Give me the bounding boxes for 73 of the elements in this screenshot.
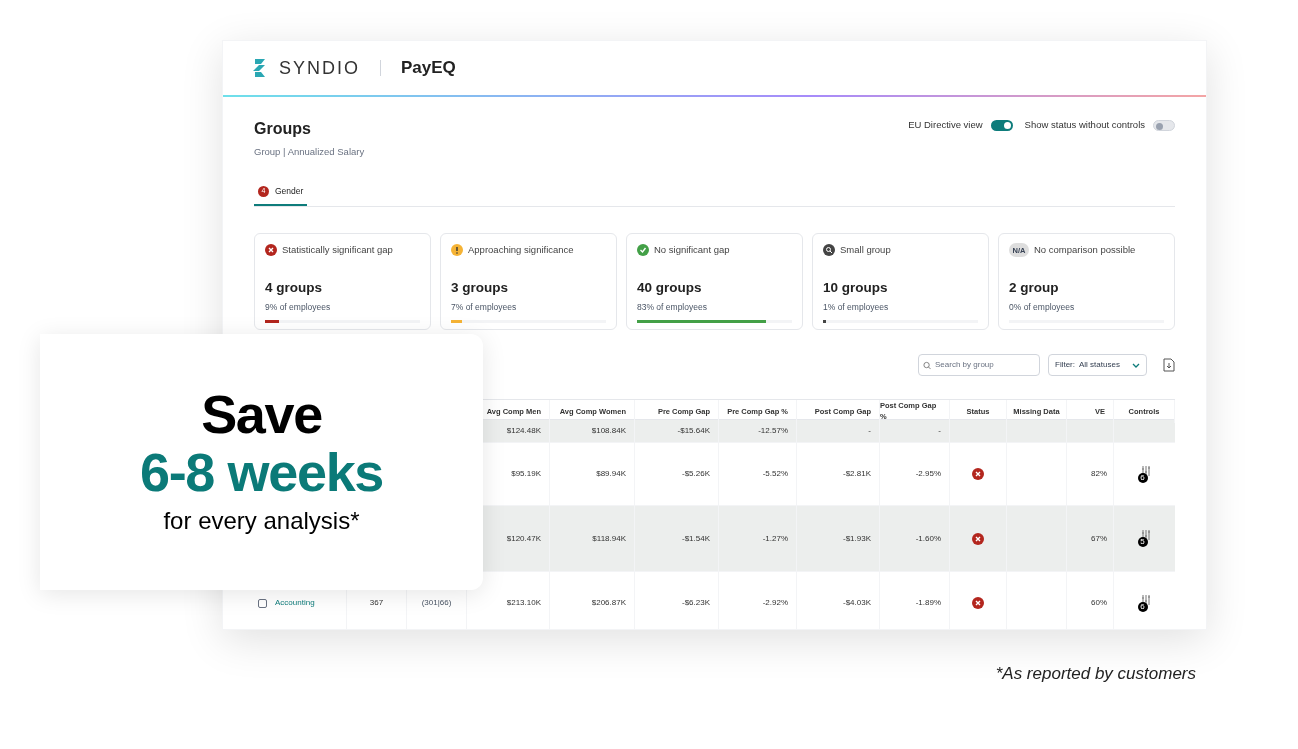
- summary-card[interactable]: Small group 10 groups 1% of employees: [812, 233, 989, 330]
- table-cell: -5.52%: [762, 468, 788, 480]
- table-cell: -2.92%: [762, 597, 788, 609]
- status-icon: [823, 244, 835, 257]
- table-cell: $206.87K: [591, 597, 626, 609]
- employee-share: 83% of employees: [637, 300, 708, 314]
- card-label: Approaching significance: [468, 243, 574, 257]
- footnote: *As reported by customers: [995, 663, 1196, 685]
- promo-highlight: 6-8 weeks: [139, 443, 383, 501]
- table-cell: -$5.26K: [681, 468, 710, 480]
- summary-card[interactable]: No significant gap 40 groups 83% of employees: [626, 233, 803, 330]
- table-cell: -2.95%: [915, 468, 941, 480]
- table-cell: 67%: [1091, 532, 1107, 545]
- status-icon: [637, 244, 649, 257]
- table-cell: -1.60%: [915, 532, 941, 545]
- search-icon: [923, 360, 932, 370]
- table-cell: -1.27%: [762, 532, 788, 545]
- table-cell: -: [868, 425, 871, 437]
- table-cell: 60%: [1091, 597, 1107, 609]
- table-cell: $108.84K: [591, 425, 626, 437]
- toggle-switch[interactable]: [1153, 119, 1175, 131]
- table-cell: $118.94K: [592, 532, 626, 545]
- table-cell: -$1.93K: [842, 532, 871, 545]
- chevron-icon: [1132, 362, 1140, 368]
- employee-share: 0% of employees: [1009, 300, 1076, 314]
- status-icon: [265, 244, 277, 257]
- page-title: Groups: [254, 119, 312, 139]
- download-icon[interactable]: [1163, 358, 1175, 372]
- toggle-label: EU Directive view: [908, 118, 983, 132]
- filter-dropdown[interactable]: Filter: All statuses: [1048, 354, 1147, 376]
- table-cell: -12.57%: [758, 425, 788, 437]
- table-cell: -$2.81K: [842, 468, 871, 480]
- table-cell: $95.19K: [511, 468, 541, 480]
- employee-share: 9% of employees: [265, 300, 332, 314]
- table-cell: -$1.54K: [681, 532, 710, 545]
- card-label: No significant gap: [654, 243, 730, 257]
- toggle-switch[interactable]: [990, 119, 1013, 131]
- product-name: PayEQ: [401, 57, 456, 80]
- card-label: No comparison possible: [1034, 243, 1136, 257]
- table-cell: -1.89%: [915, 597, 941, 609]
- group-count: 10 groups: [823, 279, 889, 298]
- search-input[interactable]: Search by group: [935, 359, 1035, 371]
- promo-headline: Save: [201, 385, 322, 443]
- group-count: 40 groups: [637, 279, 703, 298]
- toggle-label: Show status without controls: [1024, 118, 1145, 132]
- card-label: Statistically significant gap: [282, 243, 393, 257]
- headcount: 367: [369, 597, 384, 609]
- table-cell: -$6.23K: [681, 597, 710, 609]
- table-cell: $213.10K: [506, 597, 541, 609]
- status-icon: [451, 244, 463, 257]
- employee-share: 7% of employees: [451, 300, 518, 314]
- card-label: Small group: [840, 243, 891, 257]
- table-cell: $124.48K: [506, 425, 541, 437]
- table-cell: 82%: [1091, 468, 1107, 480]
- employee-share: 1% of employees: [823, 300, 890, 314]
- promo-subline: for every analysis*: [163, 506, 360, 536]
- group-count: 4 groups: [265, 279, 323, 298]
- table-cell: $120.47K: [506, 532, 541, 545]
- table-cell: -$4.03K: [842, 597, 871, 609]
- checkbox[interactable]: [258, 598, 267, 608]
- table-cell: -: [938, 425, 941, 437]
- table-cell: -$15.64K: [677, 425, 710, 437]
- group-count: 2 group: [1009, 279, 1060, 298]
- table-cell: $89.94K: [596, 468, 626, 480]
- summary-card[interactable]: Approaching significance 3 groups 7% of employees: [440, 233, 617, 330]
- group-count: 3 groups: [451, 279, 509, 298]
- page-subtitle: Group | Annualized Salary: [254, 145, 365, 159]
- logo-icon: [253, 58, 267, 78]
- logo-text: SYNDIO: [279, 56, 360, 80]
- gender-split: (301|66): [421, 597, 452, 609]
- group-link[interactable]: Accounting: [275, 597, 315, 609]
- summary-card[interactable]: Statistically significant gap 4 groups 9% of employees: [254, 233, 431, 330]
- search-field[interactable]: Search by group: [918, 354, 1040, 376]
